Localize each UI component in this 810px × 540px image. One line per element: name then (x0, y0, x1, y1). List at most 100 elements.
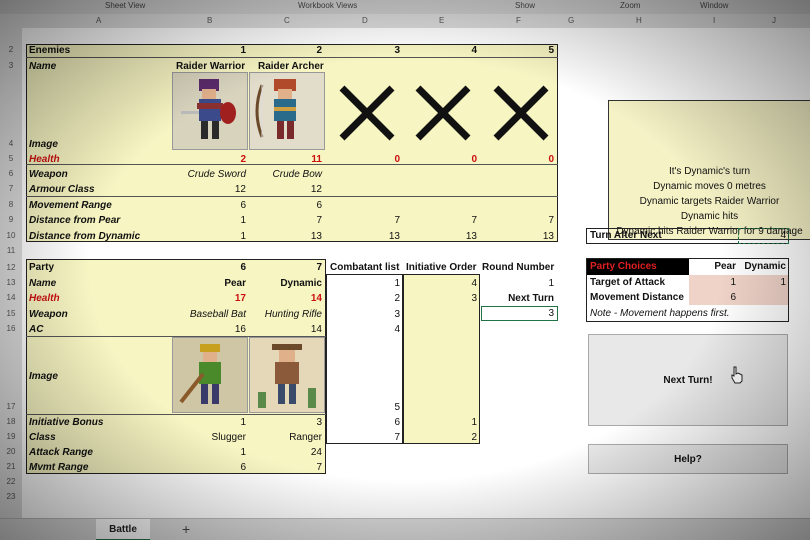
column-header[interactable]: H (636, 16, 642, 25)
worksheet-grid[interactable]: Enemies 1 2 3 4 5 Name Raider Warrior Ra… (22, 28, 810, 518)
excel-window: Sheet View Workbook Views Show Zoom Wind… (0, 0, 810, 540)
row-number[interactable]: 20 (0, 447, 22, 456)
ribbon-zoom[interactable]: Zoom (620, 1, 640, 10)
combatant-5: 5 (394, 402, 400, 413)
row-number[interactable]: 9 (0, 215, 22, 224)
label-ac: AC (29, 324, 44, 335)
column-header[interactable]: A (96, 16, 101, 25)
row-number[interactable]: 6 (0, 169, 22, 178)
enemy-armour-1: 12 (234, 184, 246, 195)
row-number[interactable]: 23 (0, 492, 22, 501)
initiative-1: 4 (471, 278, 477, 289)
turn-after-next-label: Turn After Next (590, 230, 662, 241)
enemy-armour-2: 12 (310, 184, 322, 195)
combatant-2: 2 (394, 293, 400, 304)
party-weapon-dynamic: Hunting Rifle (264, 309, 322, 320)
row-number[interactable]: 4 (0, 139, 22, 148)
round-number-value: 1 (548, 278, 554, 289)
add-sheet-button[interactable]: + (182, 521, 190, 537)
enemy-dist-dynamic-5: 13 (542, 231, 554, 242)
row-number[interactable]: 7 (0, 184, 22, 193)
row-number[interactable]: 12 (0, 263, 22, 272)
row-number[interactable]: 13 (0, 278, 22, 287)
label-attack-range: Attack Range (29, 447, 93, 458)
help-button[interactable]: Help? (588, 444, 788, 474)
combatant-3: 3 (394, 309, 400, 320)
party-health-pear: 17 (234, 293, 246, 304)
target-pear-input[interactable]: 1 (704, 277, 736, 288)
initiative-7: 2 (471, 432, 477, 443)
row-number[interactable]: 21 (0, 462, 22, 471)
column-header[interactable]: F (516, 16, 521, 25)
target-dynamic-input[interactable]: 1 (754, 277, 786, 288)
column-header[interactable]: C (284, 16, 290, 25)
enemy-health-1: 2 (240, 154, 246, 165)
party-attack-pear: 1 (240, 447, 246, 458)
status-line-4: Dynamic hits (680, 211, 739, 222)
enemy-col-3: 3 (394, 45, 400, 56)
party-mvmt-dynamic: 7 (316, 462, 322, 473)
enemy-movement-1: 6 (240, 200, 246, 211)
enemy-health-5: 0 (548, 154, 554, 165)
defeated-x-icon (339, 85, 395, 141)
party-init-pear: 1 (240, 417, 246, 428)
row-number[interactable]: 11 (0, 246, 22, 255)
raider-warrior-image (172, 72, 248, 150)
enemy-movement-2: 6 (316, 200, 322, 211)
label-distance-pear: Distance from Pear (29, 215, 121, 226)
label-weapon: Weapon (29, 169, 68, 180)
column-header[interactable]: I (713, 16, 715, 25)
enemy-col-2: 2 (316, 45, 322, 56)
column-header[interactable]: G (568, 16, 574, 25)
status-line-2: Dynamic moves 0 metres (653, 181, 766, 192)
status-line-3: Dynamic targets Raider Warrior (639, 196, 780, 207)
row-number[interactable]: 5 (0, 154, 22, 163)
party-name-pear: Pear (224, 278, 246, 289)
party-choices-header: Party Choices (590, 261, 657, 272)
party-weapon-pear: Baseball Bat (189, 309, 246, 320)
row-number[interactable]: 22 (0, 477, 22, 486)
row-number[interactable]: 17 (0, 402, 22, 411)
ribbon-workbook-views[interactable]: Workbook Views (298, 1, 357, 10)
dynamic-sprite (258, 344, 316, 408)
column-header[interactable]: B (207, 16, 212, 25)
column-header[interactable]: J (772, 16, 776, 25)
next-turn-button[interactable]: Next Turn! (588, 334, 788, 426)
party-attack-dynamic: 24 (310, 447, 322, 458)
label-distance-dynamic: Distance from Dynamic (29, 231, 141, 242)
row-number[interactable]: 8 (0, 200, 22, 209)
sheet-tab-battle[interactable]: Battle (96, 519, 150, 540)
row-number[interactable]: 16 (0, 324, 22, 333)
label-mvmt-range: Mvmt Range (29, 462, 89, 473)
row-number[interactable]: 14 (0, 293, 22, 302)
row-number[interactable]: 3 (0, 61, 22, 70)
column-header[interactable]: E (439, 16, 444, 25)
column-header[interactable]: D (362, 16, 368, 25)
enemy-name-2: Raider Archer (258, 61, 324, 72)
round-number-header: Round Number (482, 262, 555, 273)
choices-col-pear: Pear (714, 261, 736, 272)
initiative-6: 1 (471, 417, 477, 428)
row-number[interactable]: 19 (0, 432, 22, 441)
raider-archer-image (249, 72, 325, 150)
party-class-dynamic: Ranger (289, 432, 322, 443)
ribbon-window[interactable]: Window (700, 1, 728, 10)
label-party-image: Image (29, 371, 58, 382)
party-header: Party (29, 262, 55, 273)
combatant-4: 4 (394, 324, 400, 335)
party-col-6: 6 (240, 262, 246, 273)
row-number[interactable]: 18 (0, 417, 22, 426)
ribbon-show[interactable]: Show (515, 1, 535, 10)
row-number[interactable]: 10 (0, 231, 22, 240)
movement-note: Note - Movement happens first. (590, 308, 730, 319)
row-number[interactable]: 2 (0, 45, 22, 54)
ribbon-sheet-view[interactable]: Sheet View (105, 1, 145, 10)
row-number[interactable]: 15 (0, 309, 22, 318)
movement-pear-input[interactable]: 6 (704, 292, 736, 303)
party-health-dynamic: 14 (310, 293, 322, 304)
party-mvmt-pear: 6 (240, 462, 246, 473)
choices-col-dynamic: Dynamic (744, 261, 786, 272)
enemies-header: Enemies (29, 45, 71, 56)
label-party-health: Health (29, 293, 60, 304)
label-health: Health (29, 154, 60, 165)
